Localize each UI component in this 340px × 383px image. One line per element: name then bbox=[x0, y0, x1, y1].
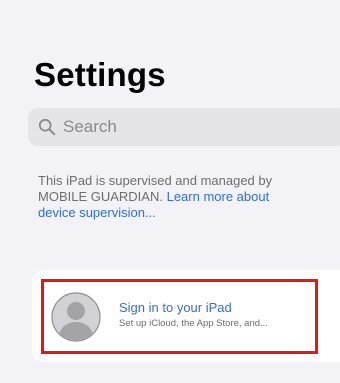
supervision-notice: This iPad is supervised and managed by M… bbox=[38, 173, 308, 221]
settings-page: Settings Search This iPad is supervised … bbox=[0, 0, 340, 383]
highlight-box bbox=[41, 279, 318, 354]
search-field[interactable]: Search bbox=[28, 108, 340, 146]
search-placeholder: Search bbox=[63, 117, 117, 136]
search-icon bbox=[38, 118, 56, 136]
page-title: Settings bbox=[34, 56, 166, 93]
